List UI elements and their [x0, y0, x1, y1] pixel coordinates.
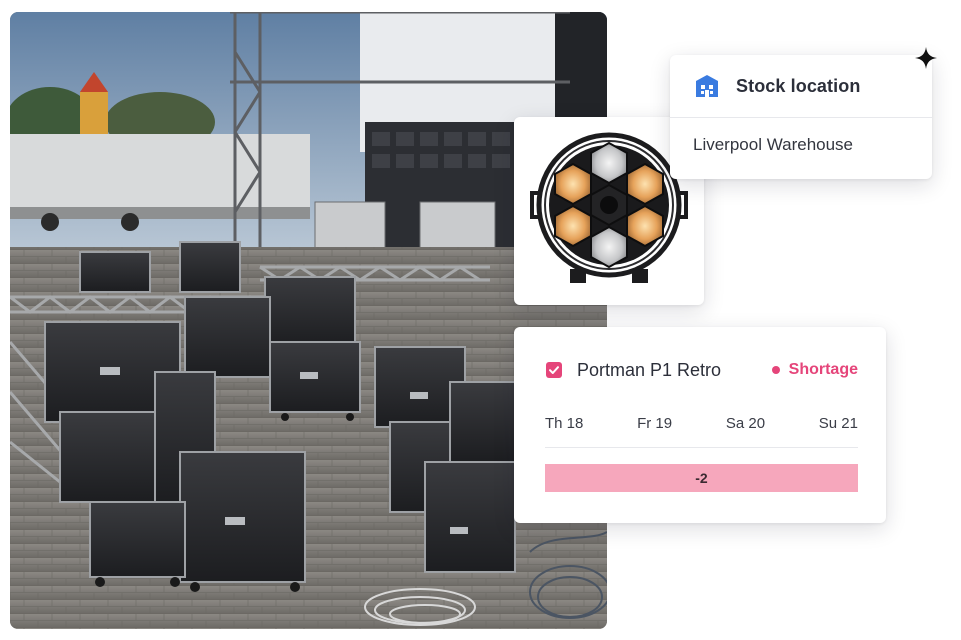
warehouse-icon [696, 75, 718, 97]
stock-location-title: Stock location [736, 75, 861, 96]
event-equipment-photo [10, 12, 607, 629]
stock-location-card: Stock location Liverpool Warehouse [670, 55, 932, 179]
day-header-row: Th 18 Fr 19 Sa 20 Su 21 [545, 415, 858, 435]
product-checkbox[interactable] [546, 362, 562, 378]
status-dot-icon [771, 366, 780, 374]
day-label: Sa 20 [725, 415, 766, 432]
product-name: Portman P1 Retro [577, 359, 722, 380]
shortage-value: -2 [695, 470, 708, 486]
sparkle-icon [915, 47, 937, 69]
checkmark-icon [549, 366, 559, 374]
status-badge: Shortage [771, 361, 858, 379]
stock-location-header: Stock location [670, 55, 932, 118]
divider [545, 447, 858, 448]
shortage-bar[interactable]: -2 [545, 464, 858, 492]
availability-card: Portman P1 Retro Shortage Th 18 Fr 19 Sa… [514, 327, 886, 523]
status-label: Shortage [788, 361, 858, 378]
availability-header: Portman P1 Retro Shortage [546, 359, 858, 381]
day-label: Fr 19 [637, 415, 673, 432]
stock-location-value[interactable]: Liverpool Warehouse [670, 118, 932, 155]
marketing-composition: Stock location Liverpool Warehouse Portm… [0, 0, 961, 640]
stage-light-fixture-icon [530, 132, 688, 283]
day-label: Su 21 [818, 415, 858, 432]
day-label: Th 18 [545, 415, 584, 432]
